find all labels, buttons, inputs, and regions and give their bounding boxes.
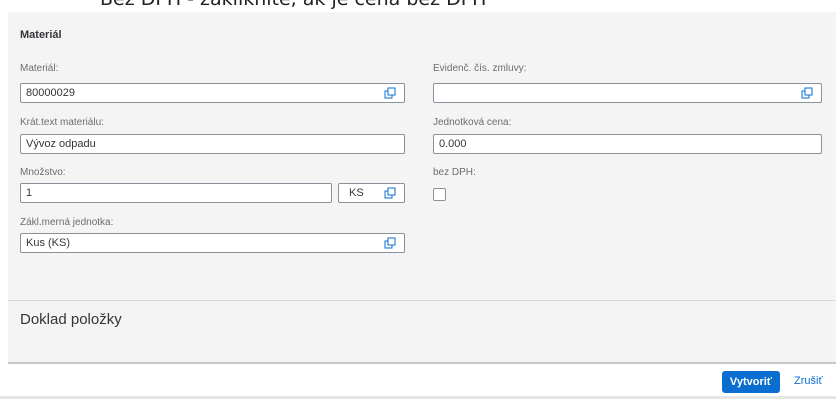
short-text-input[interactable]: Vývoz odpadu xyxy=(20,134,405,154)
footer-divider xyxy=(8,362,836,364)
material-input[interactable]: 80000029 xyxy=(20,83,405,103)
value-help-icon[interactable] xyxy=(384,187,396,199)
vat-checkbox[interactable] xyxy=(433,188,446,201)
short-text-value: Vývoz odpadu xyxy=(26,138,96,150)
document-section-title: Doklad položky xyxy=(20,311,122,328)
instruction-note: Bez DPH - zakliknite, ak je cena bez DPH xyxy=(100,0,486,10)
section-divider xyxy=(8,300,836,301)
unit-price-label: Jednotková cena: xyxy=(433,117,512,128)
value-help-icon[interactable] xyxy=(801,87,813,99)
quantity-value: 1 xyxy=(26,187,33,199)
quantity-unit-value: KS xyxy=(349,187,364,199)
cancel-button[interactable]: Zrušiť xyxy=(794,375,823,387)
create-button[interactable]: Vytvoriť xyxy=(722,371,780,393)
base-unit-label: Zákl.merná jednotka: xyxy=(20,217,114,228)
short-text-label: Krát.text materiálu: xyxy=(20,117,104,128)
quantity-unit-input[interactable]: KS xyxy=(338,183,405,203)
material-panel: Materiál Materiál: 80000029 Evidenč. čís… xyxy=(8,12,836,362)
unit-price-value: 0.000 xyxy=(439,138,467,150)
quantity-label: Množstvo: xyxy=(20,167,66,178)
material-value: 80000029 xyxy=(26,87,75,99)
contract-number-input[interactable] xyxy=(433,83,822,103)
vat-label: bez DPH: xyxy=(433,167,476,178)
base-unit-value: Kus (KS) xyxy=(26,237,71,249)
unit-price-input[interactable]: 0.000 xyxy=(433,134,822,154)
material-label: Materiál: xyxy=(20,63,59,74)
contract-number-label: Evidenč. čís. zmluvy: xyxy=(433,63,527,74)
value-help-icon[interactable] xyxy=(384,237,396,249)
section-title: Materiál xyxy=(20,29,62,41)
quantity-input[interactable]: 1 xyxy=(20,183,332,203)
value-help-icon[interactable] xyxy=(384,87,396,99)
base-unit-input[interactable]: Kus (KS) xyxy=(20,233,405,253)
